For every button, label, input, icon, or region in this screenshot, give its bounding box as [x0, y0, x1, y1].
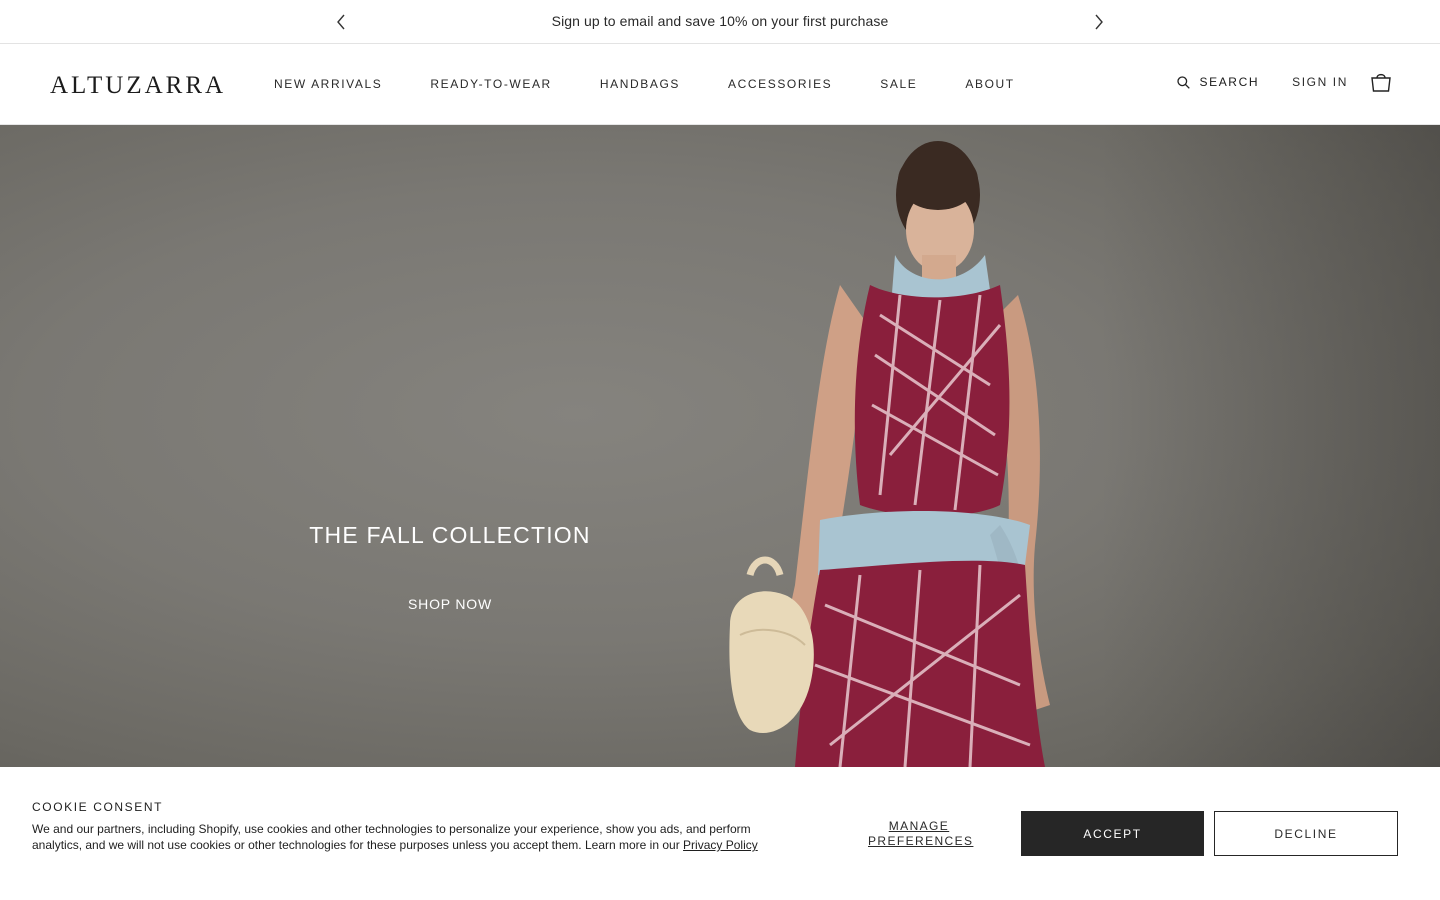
privacy-policy-link[interactable]: Privacy Policy [683, 837, 758, 853]
nav-item-ready-to-wear[interactable]: READY-TO-WEAR [430, 77, 551, 91]
cookie-text: We and our partners, including Shopify, … [32, 822, 751, 852]
decline-button[interactable]: DECLINE [1214, 811, 1398, 856]
hero-model-image [729, 141, 1050, 767]
hero-banner[interactable]: THE FALL COLLECTION SHOP NOW [0, 125, 1440, 767]
cart-button[interactable] [1370, 72, 1392, 92]
main-nav: NEW ARRIVALS READY-TO-WEAR HANDBAGS ACCE… [274, 77, 1015, 91]
hero-title: THE FALL COLLECTION [309, 522, 591, 548]
cookie-consent-banner: COOKIE CONSENT We and our partners, incl… [0, 767, 1440, 900]
announcement-bar: Sign up to email and save 10% on your fi… [0, 0, 1440, 44]
manage-preferences-link[interactable]: MANAGE PREFERENCES [868, 819, 972, 849]
shopping-bag-icon [1371, 73, 1391, 92]
announcement-next-button[interactable] [1088, 11, 1110, 33]
cookie-title: COOKIE CONSENT [32, 800, 164, 814]
cookie-body: We and our partners, including Shopify, … [32, 821, 772, 853]
announcement-message[interactable]: Sign up to email and save 10% on your fi… [0, 13, 1440, 29]
accept-button[interactable]: ACCEPT [1021, 811, 1204, 856]
nav-item-about[interactable]: ABOUT [965, 77, 1014, 91]
nav-item-new-arrivals[interactable]: NEW ARRIVALS [274, 77, 382, 91]
shop-now-link[interactable]: SHOP NOW [0, 596, 900, 612]
brand-logo[interactable]: ALTUZARRA [50, 72, 226, 100]
nav-item-handbags[interactable]: HANDBAGS [600, 77, 680, 91]
chevron-right-icon [1095, 14, 1103, 30]
site-header: ALTUZARRA NEW ARRIVALS READY-TO-WEAR HAN… [0, 44, 1440, 125]
search-button[interactable]: SEARCH [1176, 75, 1260, 89]
nav-item-sale[interactable]: SALE [880, 77, 917, 91]
hero-shadow [1100, 125, 1440, 767]
nav-item-accessories[interactable]: ACCESSORIES [728, 77, 832, 91]
search-label: SEARCH [1199, 75, 1260, 89]
search-icon [1176, 75, 1190, 89]
header-utilities: SEARCH SIGN IN [1176, 72, 1393, 92]
sign-in-link[interactable]: SIGN IN [1292, 75, 1348, 89]
